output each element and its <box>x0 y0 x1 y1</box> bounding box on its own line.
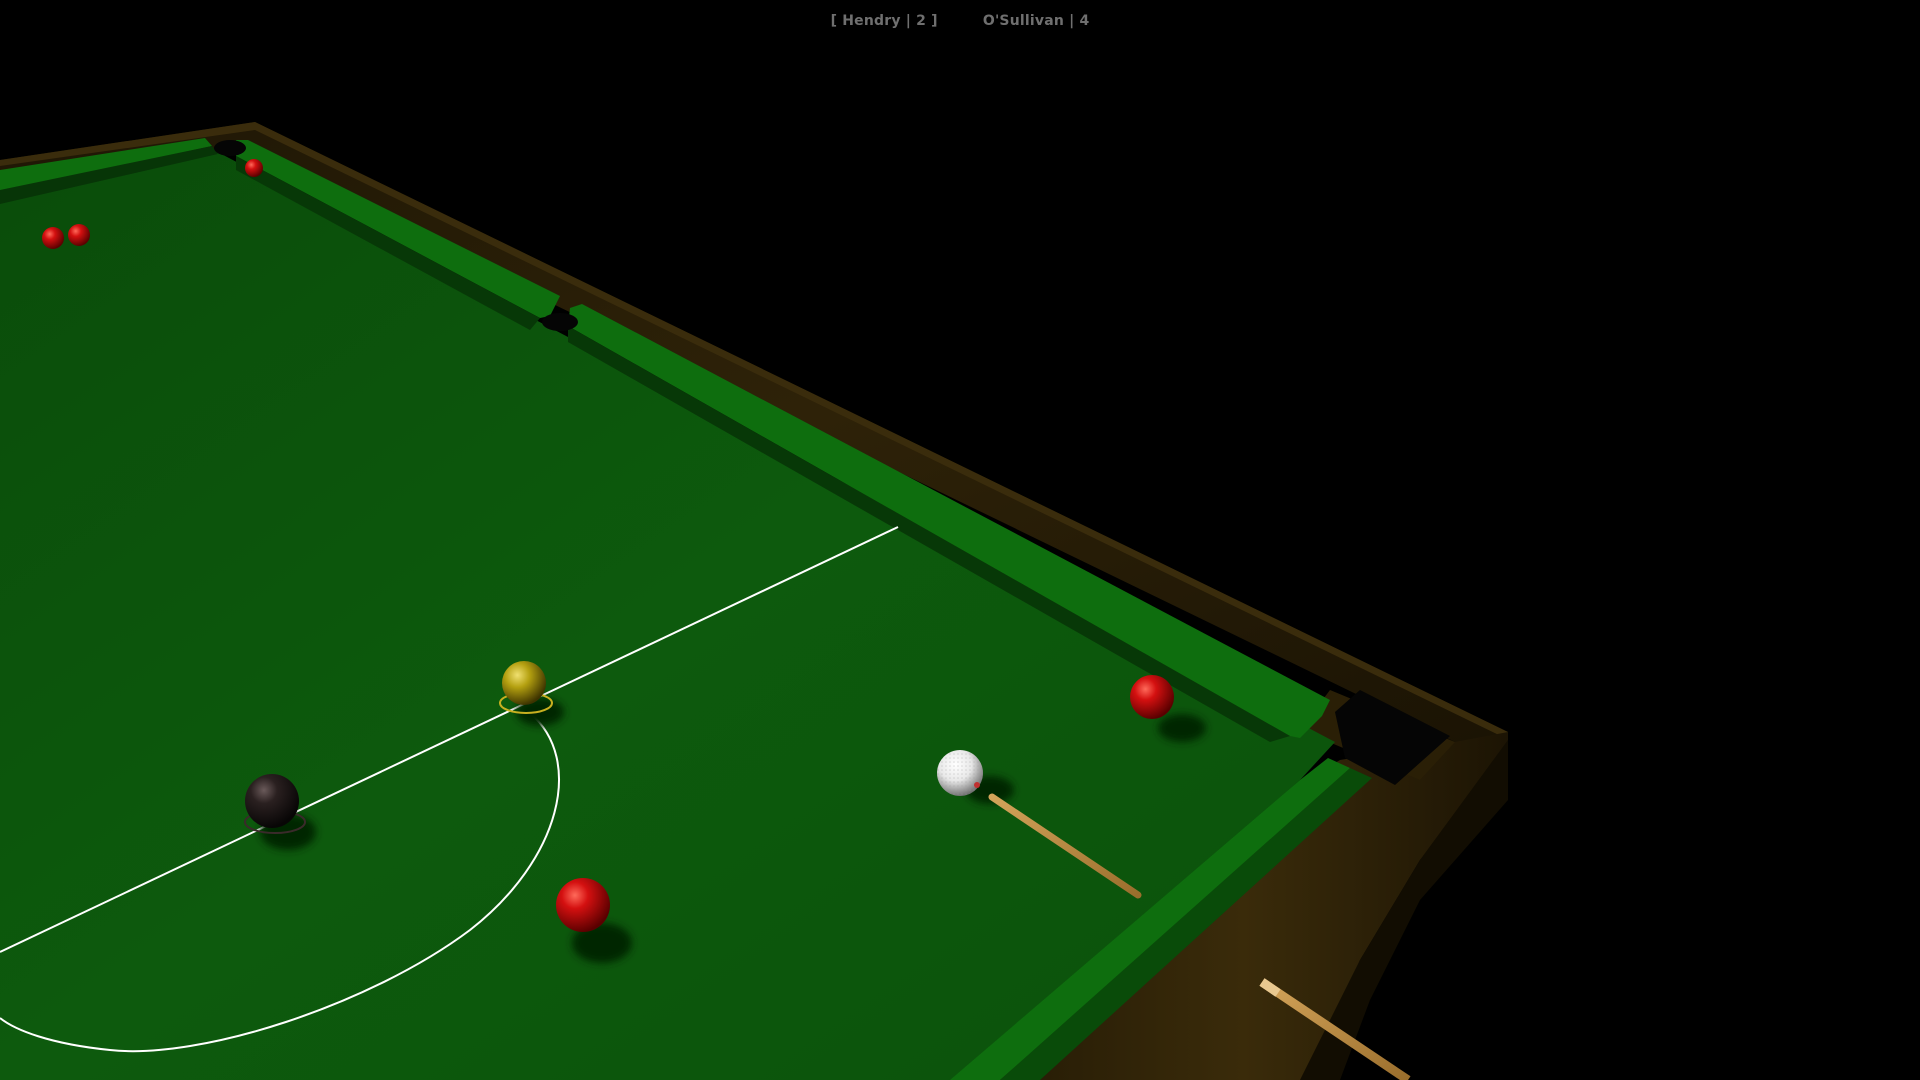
game-viewport[interactable] <box>0 0 1920 1080</box>
yellow-ball[interactable] <box>502 661 546 705</box>
brown-ball[interactable] <box>245 774 299 828</box>
player2-score: O'Sullivan | 4 <box>982 13 1090 29</box>
cue-ball[interactable] <box>937 750 983 796</box>
pocket-middle <box>542 313 578 331</box>
red-ball[interactable] <box>556 878 610 932</box>
player1-score: [ Hendry | 2 ] <box>830 13 938 29</box>
red-ball[interactable] <box>1130 675 1174 719</box>
scoreboard: [ Hendry | 2 ] O'Sullivan | 4 <box>0 13 1920 29</box>
red-ball[interactable] <box>68 224 90 246</box>
red-ball[interactable] <box>245 159 263 177</box>
red-ball[interactable] <box>42 227 64 249</box>
pocket-top-left <box>214 140 246 156</box>
